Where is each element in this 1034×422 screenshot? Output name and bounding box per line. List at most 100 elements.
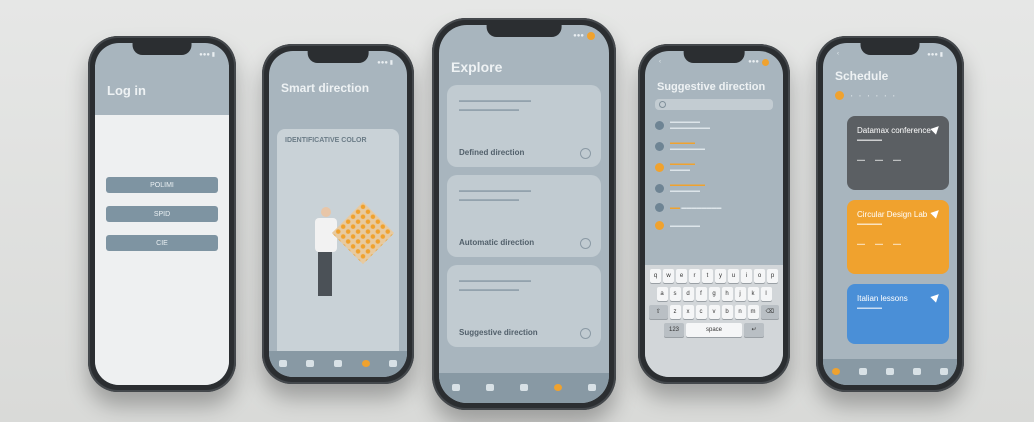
- search-input[interactable]: [655, 99, 773, 110]
- tab-icon: [939, 367, 948, 375]
- tab-2[interactable]: [486, 383, 494, 393]
- tab-icon: [554, 383, 562, 391]
- tab-2[interactable]: [859, 367, 868, 377]
- tab-icon: [486, 383, 494, 391]
- key-p[interactable]: p: [767, 269, 778, 283]
- key-x[interactable]: x: [682, 305, 694, 319]
- key-k[interactable]: k: [747, 287, 759, 301]
- key-i[interactable]: i: [741, 269, 752, 283]
- card-title: Defined direction: [459, 148, 525, 157]
- tab-3[interactable]: [885, 367, 894, 377]
- key-a[interactable]: a: [656, 287, 668, 301]
- key-t[interactable]: t: [702, 269, 713, 283]
- tab-4[interactable]: [554, 383, 562, 393]
- tab-bar: [269, 351, 407, 377]
- notch: [860, 43, 920, 55]
- numbers-key[interactable]: 123: [664, 323, 684, 337]
- keyboard: qwertyuiop asdfghjkl ⇧ zxcvbnm ⌫ 123 spa…: [645, 265, 783, 377]
- location-icon: [655, 162, 664, 172]
- key-f[interactable]: f: [695, 287, 707, 301]
- smart-card[interactable]: IDENTIFICATIVE COLOR ● ● ● ● ●: [277, 129, 399, 365]
- info-icon[interactable]: [580, 328, 591, 339]
- key-g[interactable]: g: [708, 287, 720, 301]
- tab-2[interactable]: [306, 359, 315, 369]
- key-n[interactable]: n: [734, 305, 746, 319]
- key-j[interactable]: j: [734, 287, 746, 301]
- key-b[interactable]: b: [721, 305, 733, 319]
- key-u[interactable]: u: [728, 269, 739, 283]
- location-icon: [655, 141, 664, 151]
- avatar[interactable]: [762, 58, 769, 66]
- tab-icon: [832, 367, 841, 375]
- return-key[interactable]: ↵: [744, 323, 764, 337]
- tab-1[interactable]: [832, 367, 841, 377]
- day-selector[interactable]: ▪ ▪ ▪ ▪ ▪ ▪: [823, 89, 957, 102]
- tab-5[interactable]: [939, 367, 948, 377]
- location-icon: [655, 203, 664, 212]
- card-automatic-direction[interactable]: ▬▬▬▬▬▬▬▬▬▬▬▬ ▬▬▬▬▬▬▬▬▬▬ Automatic directi…: [447, 175, 601, 257]
- tab-4[interactable]: [912, 367, 921, 377]
- key-w[interactable]: w: [663, 269, 674, 283]
- back-icon[interactable]: ‹: [837, 51, 839, 57]
- key-q[interactable]: q: [650, 269, 661, 283]
- card-defined-direction[interactable]: ▬▬▬▬▬▬▬▬▬▬▬▬ ▬▬▬▬▬▬▬▬▬▬ Defined direction: [447, 85, 601, 167]
- key-y[interactable]: y: [715, 269, 726, 283]
- color-pattern: [331, 201, 395, 265]
- list-item[interactable]: ▬▬▬▬▬▬▬ ▬▬▬▬▬▬: [655, 182, 773, 194]
- page-title: Schedule: [835, 69, 889, 83]
- schedule-screen: ‹ ●●● ▮ Schedule ▪ ▪ ▪ ▪ ▪ ▪ Datamax conferenc…: [823, 43, 957, 385]
- key-z[interactable]: z: [669, 305, 681, 319]
- location-icon: [655, 183, 664, 193]
- login-button-polimi[interactable]: POLIMI: [106, 177, 218, 193]
- login-button-cie[interactable]: CIE: [106, 235, 218, 251]
- tab-3[interactable]: [333, 359, 342, 369]
- list-item[interactable]: ▬▬▬▬▬ ▬▬▬▬▬▬▬: [655, 140, 773, 152]
- key-o[interactable]: o: [754, 269, 765, 283]
- phone-mockup-scene: ●●● ▮ Log in POLIMI SPID CIE ●●● ▮ Smart…: [0, 0, 1034, 422]
- tab-icon: [278, 359, 287, 367]
- tab-icon: [912, 367, 921, 375]
- key-m[interactable]: m: [747, 305, 759, 319]
- card-description: ▬▬▬▬▬▬▬▬▬▬▬▬ ▬▬▬▬▬▬▬▬▬▬: [459, 98, 531, 113]
- tab-icon: [389, 359, 398, 367]
- key-e[interactable]: e: [676, 269, 687, 283]
- card-title: Automatic direction: [459, 238, 535, 247]
- info-icon[interactable]: [580, 238, 591, 249]
- tab-5[interactable]: [588, 383, 596, 393]
- card-suggestive-direction[interactable]: ▬▬▬▬▬▬▬▬▬▬▬▬ ▬▬▬▬▬▬▬▬▬▬ Suggestive direct…: [447, 265, 601, 347]
- person-head: [321, 207, 331, 217]
- key-d[interactable]: d: [682, 287, 694, 301]
- tab-1[interactable]: [278, 359, 287, 369]
- event-card[interactable]: Italian lessons ▬▬▬▬▬: [847, 284, 949, 344]
- login-button-spid[interactable]: SPID: [106, 206, 218, 222]
- tab-icon: [452, 383, 460, 391]
- selected-day[interactable]: [835, 91, 844, 100]
- space-key[interactable]: space: [686, 323, 742, 337]
- tab-icon: [588, 383, 596, 391]
- list-item[interactable]: ▬▬▬▬▬▬: [655, 221, 773, 230]
- back-icon[interactable]: ‹: [659, 59, 661, 65]
- tab-1[interactable]: [452, 383, 460, 393]
- key-r[interactable]: r: [689, 269, 700, 283]
- notch: [486, 25, 562, 37]
- list-item[interactable]: ▬▬ ▬▬▬▬▬▬▬▬: [655, 203, 773, 212]
- search-icon: [659, 101, 666, 108]
- shift-key[interactable]: ⇧: [649, 305, 668, 319]
- tab-5[interactable]: [389, 359, 398, 369]
- info-icon[interactable]: [580, 148, 591, 159]
- notch: [683, 51, 745, 63]
- list-item[interactable]: ▬▬▬▬▬ ▬▬▬▬: [655, 161, 773, 173]
- tab-4[interactable]: [361, 359, 370, 369]
- avatar[interactable]: [587, 32, 595, 40]
- event-card[interactable]: Circular Design Lab ▬▬▬▬▬ ▬▬ ▬▬ ▬▬: [847, 200, 949, 274]
- key-v[interactable]: v: [708, 305, 720, 319]
- key-s[interactable]: s: [669, 287, 681, 301]
- event-card[interactable]: Datamax conference ▬▬▬▬▬ ▬▬ ▬▬ ▬▬: [847, 116, 949, 190]
- tab-3[interactable]: [520, 383, 528, 393]
- key-l[interactable]: l: [760, 287, 772, 301]
- list-item[interactable]: ▬▬▬▬▬▬ ▬▬▬▬▬▬▬▬: [655, 119, 773, 131]
- key-c[interactable]: c: [695, 305, 707, 319]
- delete-key[interactable]: ⌫: [760, 305, 779, 319]
- explore-screen: ●●● Explore ▬▬▬▬▬▬▬▬▬▬▬▬ ▬▬▬▬▬▬▬▬▬▬ Defin…: [439, 25, 609, 403]
- key-h[interactable]: h: [721, 287, 733, 301]
